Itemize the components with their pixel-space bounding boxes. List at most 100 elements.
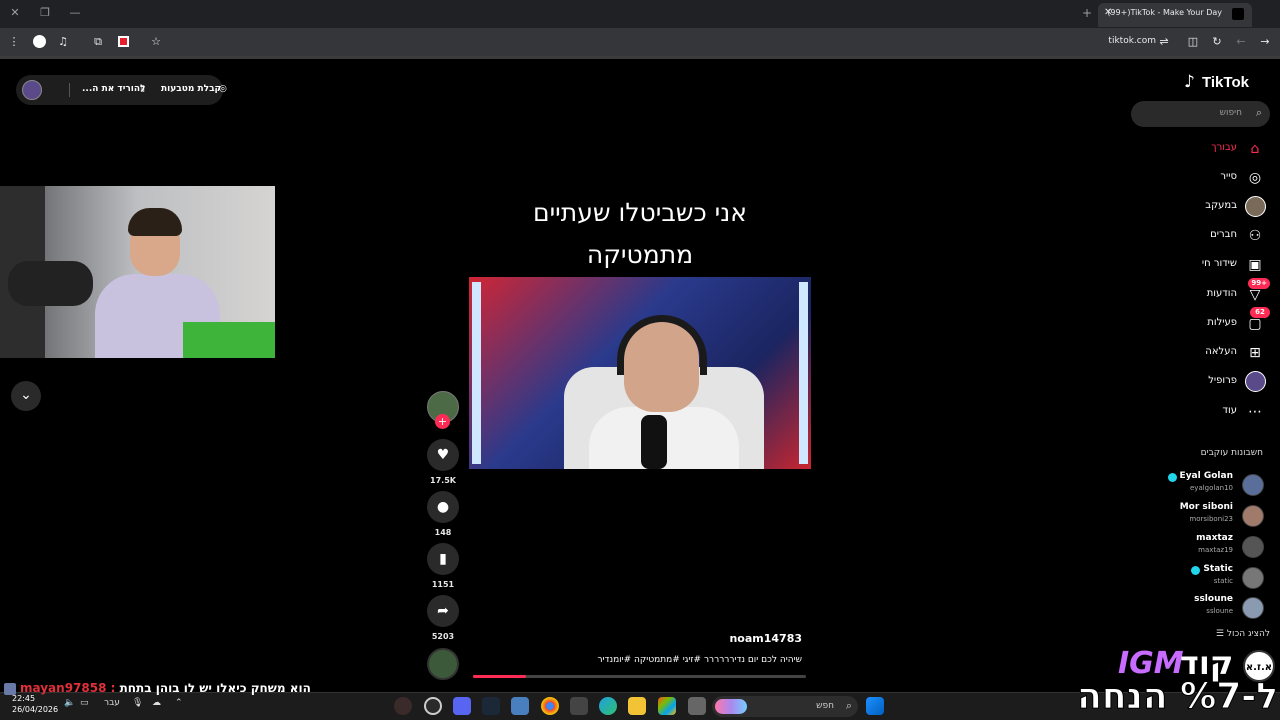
sidebar-item-more[interactable]: ⋯ עוד — [1160, 400, 1270, 424]
share-icon: ➦ — [437, 603, 449, 619]
taskbar-search[interactable]: חפש ⌕ — [712, 696, 858, 717]
network-icon[interactable]: ▭ — [80, 698, 89, 708]
microphone-icon[interactable]: 🎙 — [132, 698, 143, 708]
new-tab-button[interactable]: + — [1082, 6, 1092, 20]
video-frame[interactable] — [469, 277, 811, 469]
following-account[interactable]: Eyal Golan eyalgolan10 — [1140, 471, 1270, 499]
sidebar-item-upload[interactable]: ⊞ העלאה — [1160, 341, 1270, 365]
sidebar-item-label: העלאה — [1205, 346, 1237, 357]
user-avatar[interactable] — [22, 80, 42, 100]
taskbar-discord-icon[interactable] — [453, 697, 471, 715]
following-account[interactable]: maxtaz maxtaz19 — [1140, 533, 1270, 561]
window-restore-icon[interactable]: ❐ — [38, 6, 52, 20]
windows-start-icon[interactable] — [866, 697, 884, 715]
sidebar-item-label: פעילות — [1207, 317, 1237, 328]
video-progress-bar[interactable] — [473, 675, 806, 678]
home-icon: ⌂ — [1250, 141, 1260, 157]
like-button[interactable]: ♥ — [427, 439, 459, 471]
forward-icon[interactable]: ← — [1233, 34, 1249, 50]
taskbar-steam-icon[interactable] — [482, 697, 500, 715]
toolbar-divider — [0, 56, 1280, 59]
webcam-drink-box — [183, 322, 275, 358]
chevron-down-icon: ⌄ — [20, 387, 32, 403]
sidebar-item-label: עבורך — [1211, 142, 1237, 153]
cloud-icon[interactable]: ☁ — [152, 698, 161, 708]
screen: { "browser": { "tab_title": "(99+)TikTok… — [0, 0, 1280, 720]
speaker-icon[interactable]: 🔈 — [64, 698, 75, 708]
following-account[interactable]: Mor siboni morsiboni23 — [1140, 502, 1270, 530]
taskbar-explorer-icon[interactable] — [628, 697, 646, 715]
sidebar-item-activity[interactable]: ▢ פעילות 62 — [1160, 307, 1270, 336]
tiktok-note-icon: ♪ — [1184, 72, 1195, 92]
video-caption-line2: מתמטיקה — [586, 240, 694, 269]
extensions-icon[interactable]: ⧉ — [90, 34, 106, 50]
account-name: Static — [1203, 564, 1233, 574]
sidebar-item-avatar[interactable]: במעקב — [1160, 195, 1270, 219]
language-indicator[interactable]: עבר — [104, 698, 120, 708]
sidebar-item-home[interactable]: ⌂ עבורך — [1160, 137, 1270, 161]
follow-button[interactable]: + — [435, 414, 450, 429]
sidebar-item-live[interactable]: ▣ שידור חי — [1160, 253, 1270, 277]
search-input[interactable]: ⌕ חיפוש — [1131, 101, 1270, 127]
window-close-icon[interactable]: ✕ — [8, 6, 22, 20]
profile-circle-icon[interactable] — [31, 34, 47, 50]
taskbar-app-obs-icon[interactable] — [394, 697, 412, 715]
record-extension-icon[interactable] — [115, 34, 131, 50]
webcam-microphone — [8, 261, 93, 306]
taskbar-app-circle-icon[interactable] — [424, 697, 442, 715]
account-handle: eyalgolan10 — [1190, 484, 1233, 492]
sidebar-item-label: חברים — [1210, 229, 1237, 240]
site-settings-icon[interactable]: ⇌ — [1157, 34, 1171, 50]
save-button[interactable]: ▮ — [427, 543, 459, 575]
taskbar-widget-icon[interactable] — [688, 697, 706, 715]
reload-icon[interactable]: ↻ — [1209, 34, 1225, 50]
back-icon[interactable]: → — [1257, 34, 1273, 50]
sidebar-item-messages[interactable]: ▽ הודעות 99+ — [1160, 278, 1270, 307]
search-placeholder: חיפוש — [1219, 108, 1242, 118]
taskbar-store-icon[interactable] — [570, 697, 588, 715]
download-app-link[interactable]: להוריד את ה... — [82, 84, 145, 94]
browser-menu-icon[interactable]: ⋮ — [8, 34, 20, 50]
taskbar-copilot-icon[interactable] — [658, 697, 676, 715]
taskbar-chrome-icon[interactable] — [541, 697, 559, 715]
sidebar-item-profile[interactable]: פרופיל — [1160, 370, 1270, 394]
following-account[interactable]: Static static — [1140, 564, 1270, 592]
sidebar-item-friends[interactable]: ⚇ חברים — [1160, 224, 1270, 248]
window-minimize-icon[interactable]: — — [68, 6, 82, 20]
chevron-down-button[interactable]: ⌄ — [11, 381, 41, 411]
bookmark-star-icon[interactable]: ☆ — [148, 34, 164, 50]
music-disc-avatar[interactable] — [427, 648, 459, 680]
sidebar-item-compass[interactable]: ◎ סייר — [1160, 166, 1270, 190]
account-avatar — [1242, 474, 1264, 496]
comment-button[interactable]: ● — [427, 491, 459, 523]
account-name: Mor siboni — [1179, 502, 1233, 512]
tiktok-logo[interactable]: ♪ TikTok — [1184, 72, 1264, 92]
verified-badge-icon — [1191, 566, 1200, 575]
account-handle: maxtaz19 — [1198, 546, 1233, 554]
browser-tab[interactable]: ✕ (99+)TikTok - Make Your Day — [1098, 3, 1252, 27]
account-handle: static — [1213, 577, 1233, 585]
sidebar-item-label: סייר — [1220, 171, 1237, 182]
chat-username: mayan97858 : — [20, 681, 116, 695]
get-coins-link[interactable]: קבלת מטבעות — [161, 84, 221, 94]
account-name: Eyal Golan — [1179, 471, 1233, 481]
account-avatar — [1242, 567, 1264, 589]
share-button[interactable]: ➦ — [427, 595, 459, 627]
media-control-icon[interactable]: ♫ — [56, 34, 70, 50]
address-bar-url[interactable]: tiktok.com — [1108, 36, 1156, 46]
tray-chevron-icon[interactable]: ⌃ — [175, 698, 183, 708]
account-name: ssloune — [1194, 594, 1233, 604]
following-account[interactable]: ssloune ssloune — [1140, 594, 1270, 622]
video-username[interactable]: noam14783 — [640, 632, 802, 645]
browser-tab-bar: ✕ ❐ — + ✕ (99+)TikTok - Make Your Day — [0, 0, 1280, 28]
live-icon: ▣ — [1248, 257, 1262, 273]
taskbar-edge-icon[interactable] — [599, 697, 617, 715]
video-caption-line1: אני כשביטלו שעתיים — [533, 198, 747, 227]
split-view-icon[interactable]: ◫ — [1185, 34, 1201, 50]
taskbar-photos-icon[interactable] — [511, 697, 529, 715]
following-accounts-title: חשבונות עוקבים — [1200, 448, 1263, 458]
verified-badge-icon — [1168, 473, 1177, 482]
taskbar-search-label: חפש — [816, 701, 834, 711]
see-all-link[interactable]: להציג הכול ☰ — [1216, 629, 1270, 639]
video-light-left — [472, 282, 481, 464]
